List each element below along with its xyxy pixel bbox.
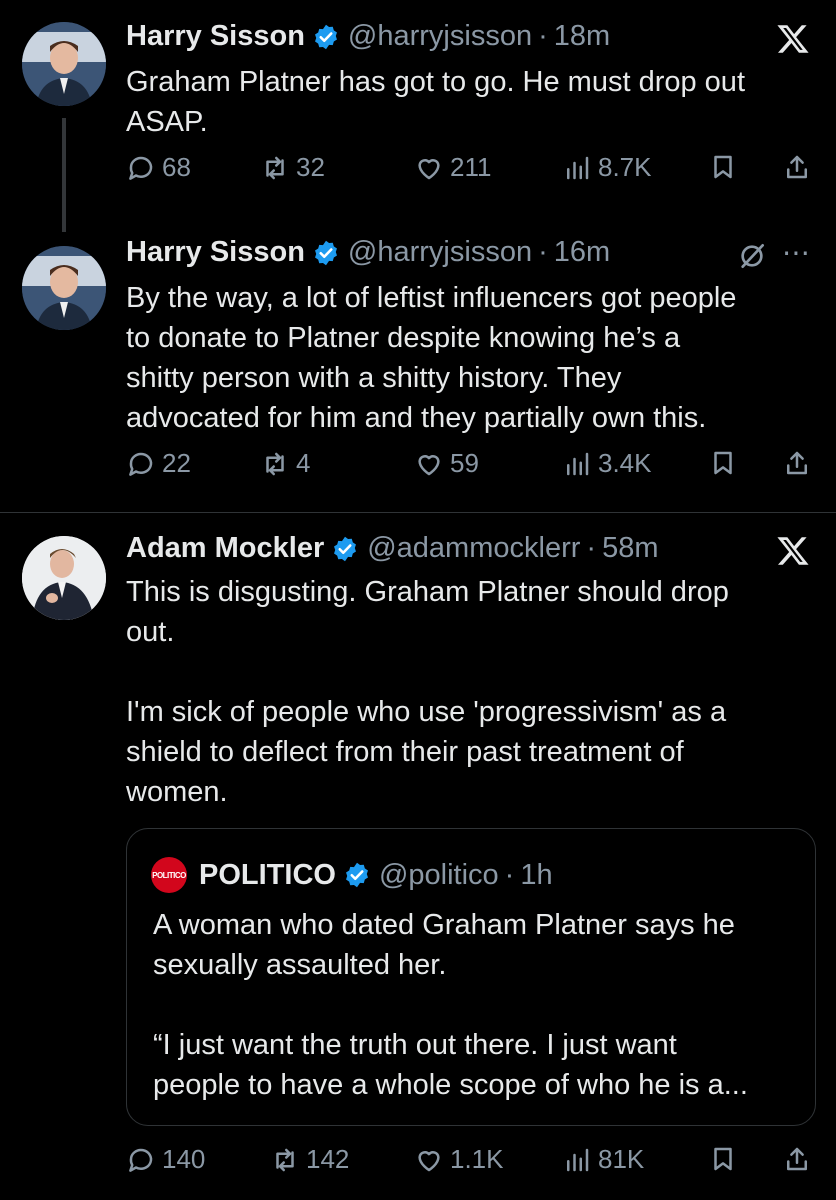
like-count: 1.1K	[450, 1144, 504, 1174]
display-name[interactable]: Harry Sisson	[126, 236, 305, 269]
repost-count: 142	[306, 1144, 350, 1174]
heart-icon	[418, 1150, 440, 1171]
heart-icon	[418, 158, 440, 179]
repost-button[interactable]: 4	[260, 448, 310, 479]
separator-dot: ·	[538, 236, 548, 268]
reply-icon	[129, 1148, 153, 1172]
views-button[interactable]: 81K	[562, 1144, 644, 1175]
share-button[interactable]	[782, 1144, 812, 1174]
grok-icon[interactable]	[736, 240, 768, 272]
repost-icon	[266, 156, 284, 179]
bookmark-icon	[714, 1147, 732, 1171]
views-button[interactable]: 3.4K	[562, 448, 652, 479]
like-count: 211	[450, 152, 492, 182]
views-icon	[567, 1148, 589, 1171]
reply-icon	[129, 452, 153, 476]
quote-display-name: POLITICO	[199, 858, 336, 891]
timestamp[interactable]: 58m	[602, 532, 658, 565]
separator-dot: ·	[538, 20, 548, 52]
timestamp[interactable]: 18m	[554, 20, 610, 53]
reply-count: 68	[162, 152, 191, 182]
display-name[interactable]: Adam Mockler	[126, 532, 324, 565]
tweet-text: Graham Platner has got to go. He must dr…	[126, 66, 745, 138]
thread-connector	[62, 118, 66, 232]
avatar[interactable]	[22, 22, 106, 106]
repost-count: 4	[296, 448, 311, 478]
like-count: 59	[450, 448, 479, 478]
repost-button[interactable]: 142	[270, 1144, 349, 1175]
view-count: 3.4K	[598, 448, 652, 478]
separator-dot: ·	[586, 532, 597, 564]
reply-button[interactable]: 22	[126, 448, 191, 479]
quoted-tweet-card[interactable]: POLITICO POLITICO @politico · 1h A woman…	[126, 828, 816, 1126]
repost-count: 32	[296, 152, 325, 182]
tweet-header: Harry Sisson @harryjsisson · 16m	[126, 236, 610, 269]
views-button[interactable]: 8.7K	[562, 152, 652, 183]
heart-icon	[418, 454, 440, 475]
view-count: 81K	[598, 1144, 645, 1174]
quote-timestamp: 1h	[520, 858, 553, 891]
views-icon	[567, 452, 589, 475]
quote-text: A woman who dated Graham Platner says he…	[153, 909, 748, 1101]
bookmark-button[interactable]	[708, 1144, 738, 1174]
bookmark-button[interactable]	[708, 152, 738, 182]
reply-icon	[129, 156, 153, 180]
user-handle[interactable]: @harryjsisson	[348, 236, 532, 269]
bookmark-button[interactable]	[708, 448, 738, 478]
verified-badge-icon	[345, 862, 368, 888]
repost-icon	[266, 452, 284, 475]
reply-button[interactable]: 140	[126, 1144, 205, 1175]
tweet-header: Adam Mockler @adammocklerr · 58m	[126, 532, 658, 565]
verified-badge-icon	[314, 24, 337, 49]
share-icon	[787, 1147, 807, 1171]
reply-count: 22	[162, 448, 191, 478]
like-button[interactable]: 211	[414, 152, 491, 183]
x-logo-icon[interactable]	[776, 534, 810, 568]
tweet-divider	[0, 512, 836, 513]
more-options-icon[interactable]: ⋯	[782, 236, 811, 269]
verified-badge-icon	[334, 536, 357, 561]
bookmark-icon	[714, 155, 732, 179]
bookmark-icon	[714, 451, 732, 475]
tweet-actions: 68 32 211 8.7K	[126, 152, 816, 192]
tweet-text: By the way, a lot of leftist influencers…	[126, 282, 737, 434]
view-count: 8.7K	[598, 152, 652, 182]
tweet-text: This is disgusting. Graham Platner shoul…	[126, 576, 729, 808]
repost-icon	[276, 1148, 294, 1171]
verified-badge-icon	[314, 240, 337, 265]
tweet-header: Harry Sisson @harryjsisson · 18m	[126, 20, 610, 53]
avatar[interactable]	[22, 536, 106, 620]
repost-button[interactable]: 32	[260, 152, 325, 183]
share-button[interactable]	[782, 152, 812, 182]
like-button[interactable]: 59	[414, 448, 479, 479]
views-icon	[567, 156, 589, 179]
separator-dot: ·	[504, 858, 515, 891]
reply-button[interactable]: 68	[126, 152, 191, 183]
user-handle[interactable]: @harryjsisson	[348, 20, 532, 53]
politico-logo: POLITICO	[151, 857, 187, 893]
like-button[interactable]: 1.1K	[414, 1144, 504, 1175]
avatar[interactable]	[22, 246, 106, 330]
share-button[interactable]	[782, 448, 812, 478]
quote-handle: @politico	[378, 858, 499, 891]
tweet-actions: 22 4 59 3.4K	[126, 448, 816, 488]
share-icon	[787, 155, 807, 179]
display-name[interactable]: Harry Sisson	[126, 20, 305, 53]
tweet-actions: 140 142 1.1K 81K	[126, 1144, 816, 1184]
quote-header: POLITICO POLITICO @politico · 1h	[151, 857, 553, 893]
timestamp[interactable]: 16m	[554, 236, 610, 269]
user-handle[interactable]: @adammocklerr	[367, 532, 580, 565]
reply-count: 140	[162, 1144, 206, 1174]
share-icon	[787, 451, 807, 475]
x-logo-icon[interactable]	[776, 22, 810, 56]
